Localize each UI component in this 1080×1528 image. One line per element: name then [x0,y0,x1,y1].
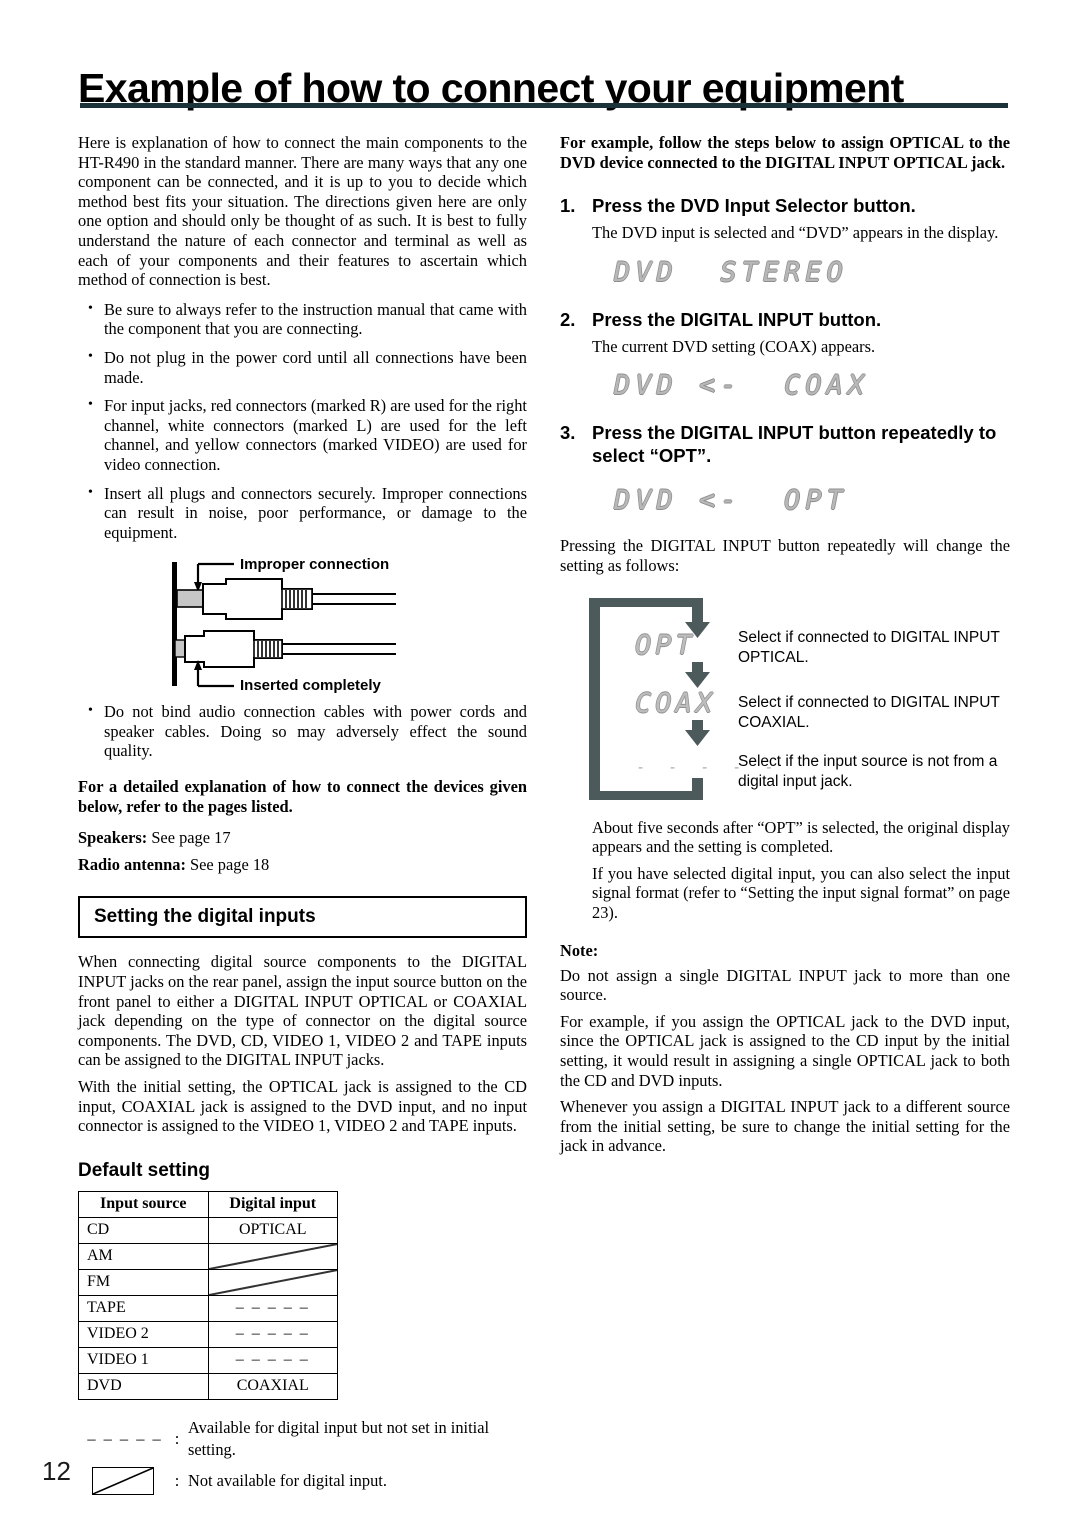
slash-icon [209,1244,338,1269]
legend-text: Available for digital input but not set … [188,1417,490,1459]
lcd-display-step-2: DVD <- COAX [614,370,870,402]
table-row: TAPE – – – – – [78,1294,338,1322]
default-setting-heading: Default setting [78,1159,210,1181]
note-paragraph: For example, if you assign the OPTICAL j… [560,1011,1010,1090]
section-heading-digital-inputs: Setting the digital inputs [78,896,527,939]
step-title: Press the DVD Input Selector button. [592,195,916,217]
table-row: VIDEO 2 – – – – – [78,1320,338,1348]
setting-cycle-diagram: OPT COAX - - - - - Select if connected t… [560,590,1010,808]
cell-input-source: DVD [78,1372,209,1400]
cell-digital-input-not-available [207,1268,338,1296]
title-rule [80,103,1008,108]
connector-diagram: Improper connection Inserted completely [164,556,564,696]
intro-paragraph: Here is explanation of how to connect th… [78,133,527,290]
cycle-lcd-coax: COAX [635,687,717,719]
cycle-note-none: Select if the input source is not from a… [738,752,998,790]
step-number: 2. [560,308,576,330]
example-lead: For example, follow the steps below to a… [560,133,1010,172]
column-header-digital-input: Digital input [207,1190,338,1218]
cycle-note-opt: Select if connected to DIGITAL INPUT OPT… [738,628,1000,666]
cell-digital-input-not-available [207,1242,338,1270]
reference-label: Speakers: [78,828,148,848]
cell-input-source: VIDEO 2 [78,1320,209,1348]
list-item: Do not bind audio connection cables with… [78,701,527,761]
cell-input-source: TAPE [78,1294,209,1322]
slash-box-icon [92,1466,154,1495]
right-column: For example, follow the steps below to a… [560,133,1010,1156]
step-2-heading: 2. Press the DIGITAL INPUT button. [560,308,1010,331]
list-item: Be sure to always refer to the instructi… [78,299,527,339]
table-row: AM [78,1242,338,1270]
note-heading: Note: [560,940,599,960]
cell-input-source: FM [78,1268,209,1296]
reference-speakers: Speakers: See page 17 [78,828,527,848]
slash-icon [209,1270,338,1295]
list-item: For input jacks, red connectors (marked … [78,395,527,474]
list-item: Do not plug in the power cord until all … [78,347,527,387]
lcd-display-step-1: DVD STEREO [614,256,848,288]
left-column: Here is explanation of how to connect th… [78,133,527,1501]
step-number: 1. [560,195,576,217]
detail-note: For a detailed explanation of how to con… [78,777,527,816]
default-setting-table: Input source Digital input CD OPTICAL AM [78,1190,338,1400]
after-paragraph: If you have selected digital input, you … [592,863,1010,922]
cautions-list-2: Do not bind audio connection cables with… [78,701,527,761]
legend-text: Not available for digital input. [188,1470,387,1490]
reference-antenna: Radio antenna: See page 18 [78,855,527,875]
cautions-list: Be sure to always refer to the instructi… [78,299,527,543]
connector-illustration-svg [174,563,396,688]
cell-digital-input: OPTICAL [207,1216,338,1244]
cycle-intro: Pressing the DIGITAL INPUT button repeat… [560,536,1010,575]
table-row: CD OPTICAL [78,1216,338,1244]
cell-digital-input: – – – – – [207,1346,338,1374]
improper-connection-label: Improper connection [240,556,390,574]
step-3-heading: 3. Press the DIGITAL INPUT button repeat… [560,421,1010,467]
legend-row-dashes: – – – – – : Available for digital input … [84,1417,527,1461]
table-row: FM [78,1268,338,1296]
cell-input-source: CD [78,1216,209,1244]
step-1-heading: 1. Press the DVD Input Selector button. [560,194,1010,217]
reference-value: See page 18 [185,854,270,874]
section-paragraph: With the initial setting, the OPTICAL ja… [78,1077,527,1136]
reference-label: Radio antenna: [78,854,186,874]
table-header-row: Input source Digital input [78,1190,338,1218]
legend-colon: : [174,1470,180,1490]
page-number: 12 [42,1456,71,1486]
column-header-input-source: Input source [78,1190,209,1218]
cell-digital-input: COAXIAL [207,1372,338,1400]
legend-key-slash-box [84,1466,166,1495]
note-paragraph: Whenever you assign a DIGITAL INPUT jack… [560,1097,1010,1156]
cell-digital-input: – – – – – [207,1320,338,1348]
arrow-down-icon-2 [685,661,710,688]
note-paragraph: Do not assign a single DIGITAL INPUT jac… [560,965,1010,1005]
step-number: 3. [560,422,576,444]
table-row: VIDEO 1 – – – – – [78,1346,338,1374]
step-title: Press the DIGITAL INPUT button repeatedl… [592,422,997,467]
cell-input-source: AM [78,1242,209,1270]
cycle-note-coax: Select if connected to DIGITAL INPUT COA… [738,693,1000,731]
step-2-body: The current DVD setting (COAX) appears. [592,336,876,356]
inserted-completely-label: Inserted completely [240,677,381,695]
slash-icon [93,1468,153,1494]
lcd-display-step-3: DVD <- OPT [614,485,848,517]
cycle-lcd-opt: OPT [635,629,696,661]
cell-input-source: VIDEO 1 [78,1346,209,1374]
after-paragraph: About five seconds after “OPT” is select… [592,817,1010,857]
step-1-body: The DVD input is selected and “DVD” appe… [592,223,999,243]
table-legend: – – – – – : Available for digital input … [84,1417,527,1495]
legend-key-dashes: – – – – – [87,1428,163,1448]
legend-colon: : [174,1428,180,1448]
list-item: Insert all plugs and connectors securely… [78,483,527,543]
step-title: Press the DIGITAL INPUT button. [592,308,882,330]
manual-page: Example of how to connect your equipment… [0,0,1080,1528]
cell-digital-input: – – – – – [207,1294,338,1322]
reference-value: See page 17 [147,828,231,848]
table-row: DVD COAXIAL [78,1372,338,1400]
legend-row-slash: : Not available for digital input. [84,1466,527,1495]
arrow-down-icon-3 [685,719,710,746]
section-paragraph: When connecting digital source component… [78,952,527,1070]
